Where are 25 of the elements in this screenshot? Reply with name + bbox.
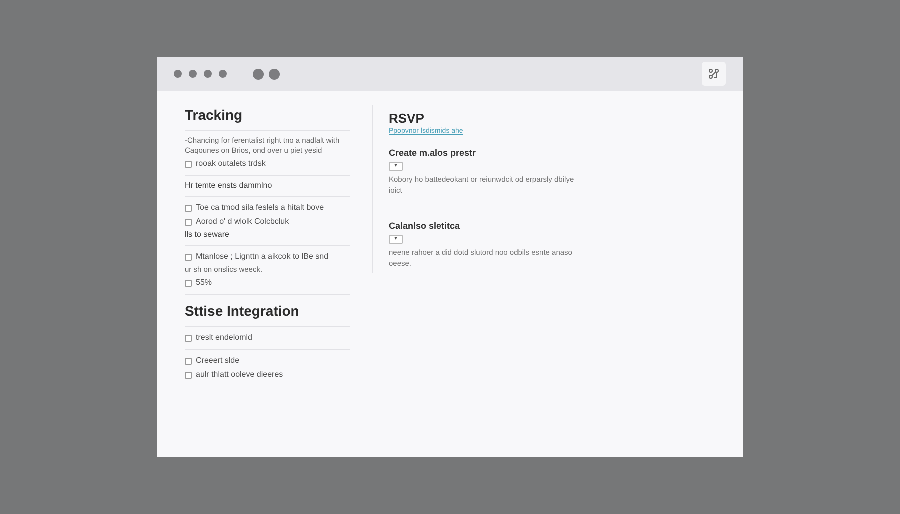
checkbox[interactable] bbox=[185, 358, 192, 364]
checkbox[interactable] bbox=[185, 372, 192, 378]
section-heading: Sttise Integration bbox=[185, 303, 300, 320]
checkbox[interactable] bbox=[185, 280, 192, 286]
checkbox[interactable] bbox=[185, 160, 192, 168]
checkbox-label: Mtanlose ; Lignttn a aikcok to lBe snd bbox=[196, 252, 329, 262]
section-title: Create m.alos prestr bbox=[389, 147, 478, 159]
checkbox-label: Aorod o' d wlolk Colcbcluk bbox=[196, 217, 290, 227]
panel-title: RSVP bbox=[389, 111, 426, 127]
checkbox-label: treslt endelomld bbox=[196, 333, 252, 343]
checkbox[interactable] bbox=[185, 218, 192, 226]
section-heading: Tracking bbox=[185, 107, 244, 124]
checkbox-label: aulr thlatt ooleve dieeres bbox=[196, 370, 284, 380]
checkbox-label: 55% bbox=[196, 278, 212, 288]
nodes-icon bbox=[708, 68, 720, 80]
checkbox-label: rooak outalets trdsk bbox=[196, 159, 266, 169]
label-text: lls to seware bbox=[185, 230, 230, 240]
checkbox-label: Creeert slde bbox=[196, 356, 240, 366]
checkbox[interactable] bbox=[185, 334, 192, 342]
checkbox-label: Toe ca tmod sila feslels a hitalt bove bbox=[196, 203, 324, 213]
section-title: Calanlso sletitca bbox=[389, 220, 462, 232]
checkbox[interactable] bbox=[185, 204, 192, 212]
checkbox[interactable] bbox=[185, 254, 192, 260]
label-text: Hr temte ensts dammlno bbox=[185, 181, 274, 191]
share-button[interactable] bbox=[702, 62, 726, 86]
